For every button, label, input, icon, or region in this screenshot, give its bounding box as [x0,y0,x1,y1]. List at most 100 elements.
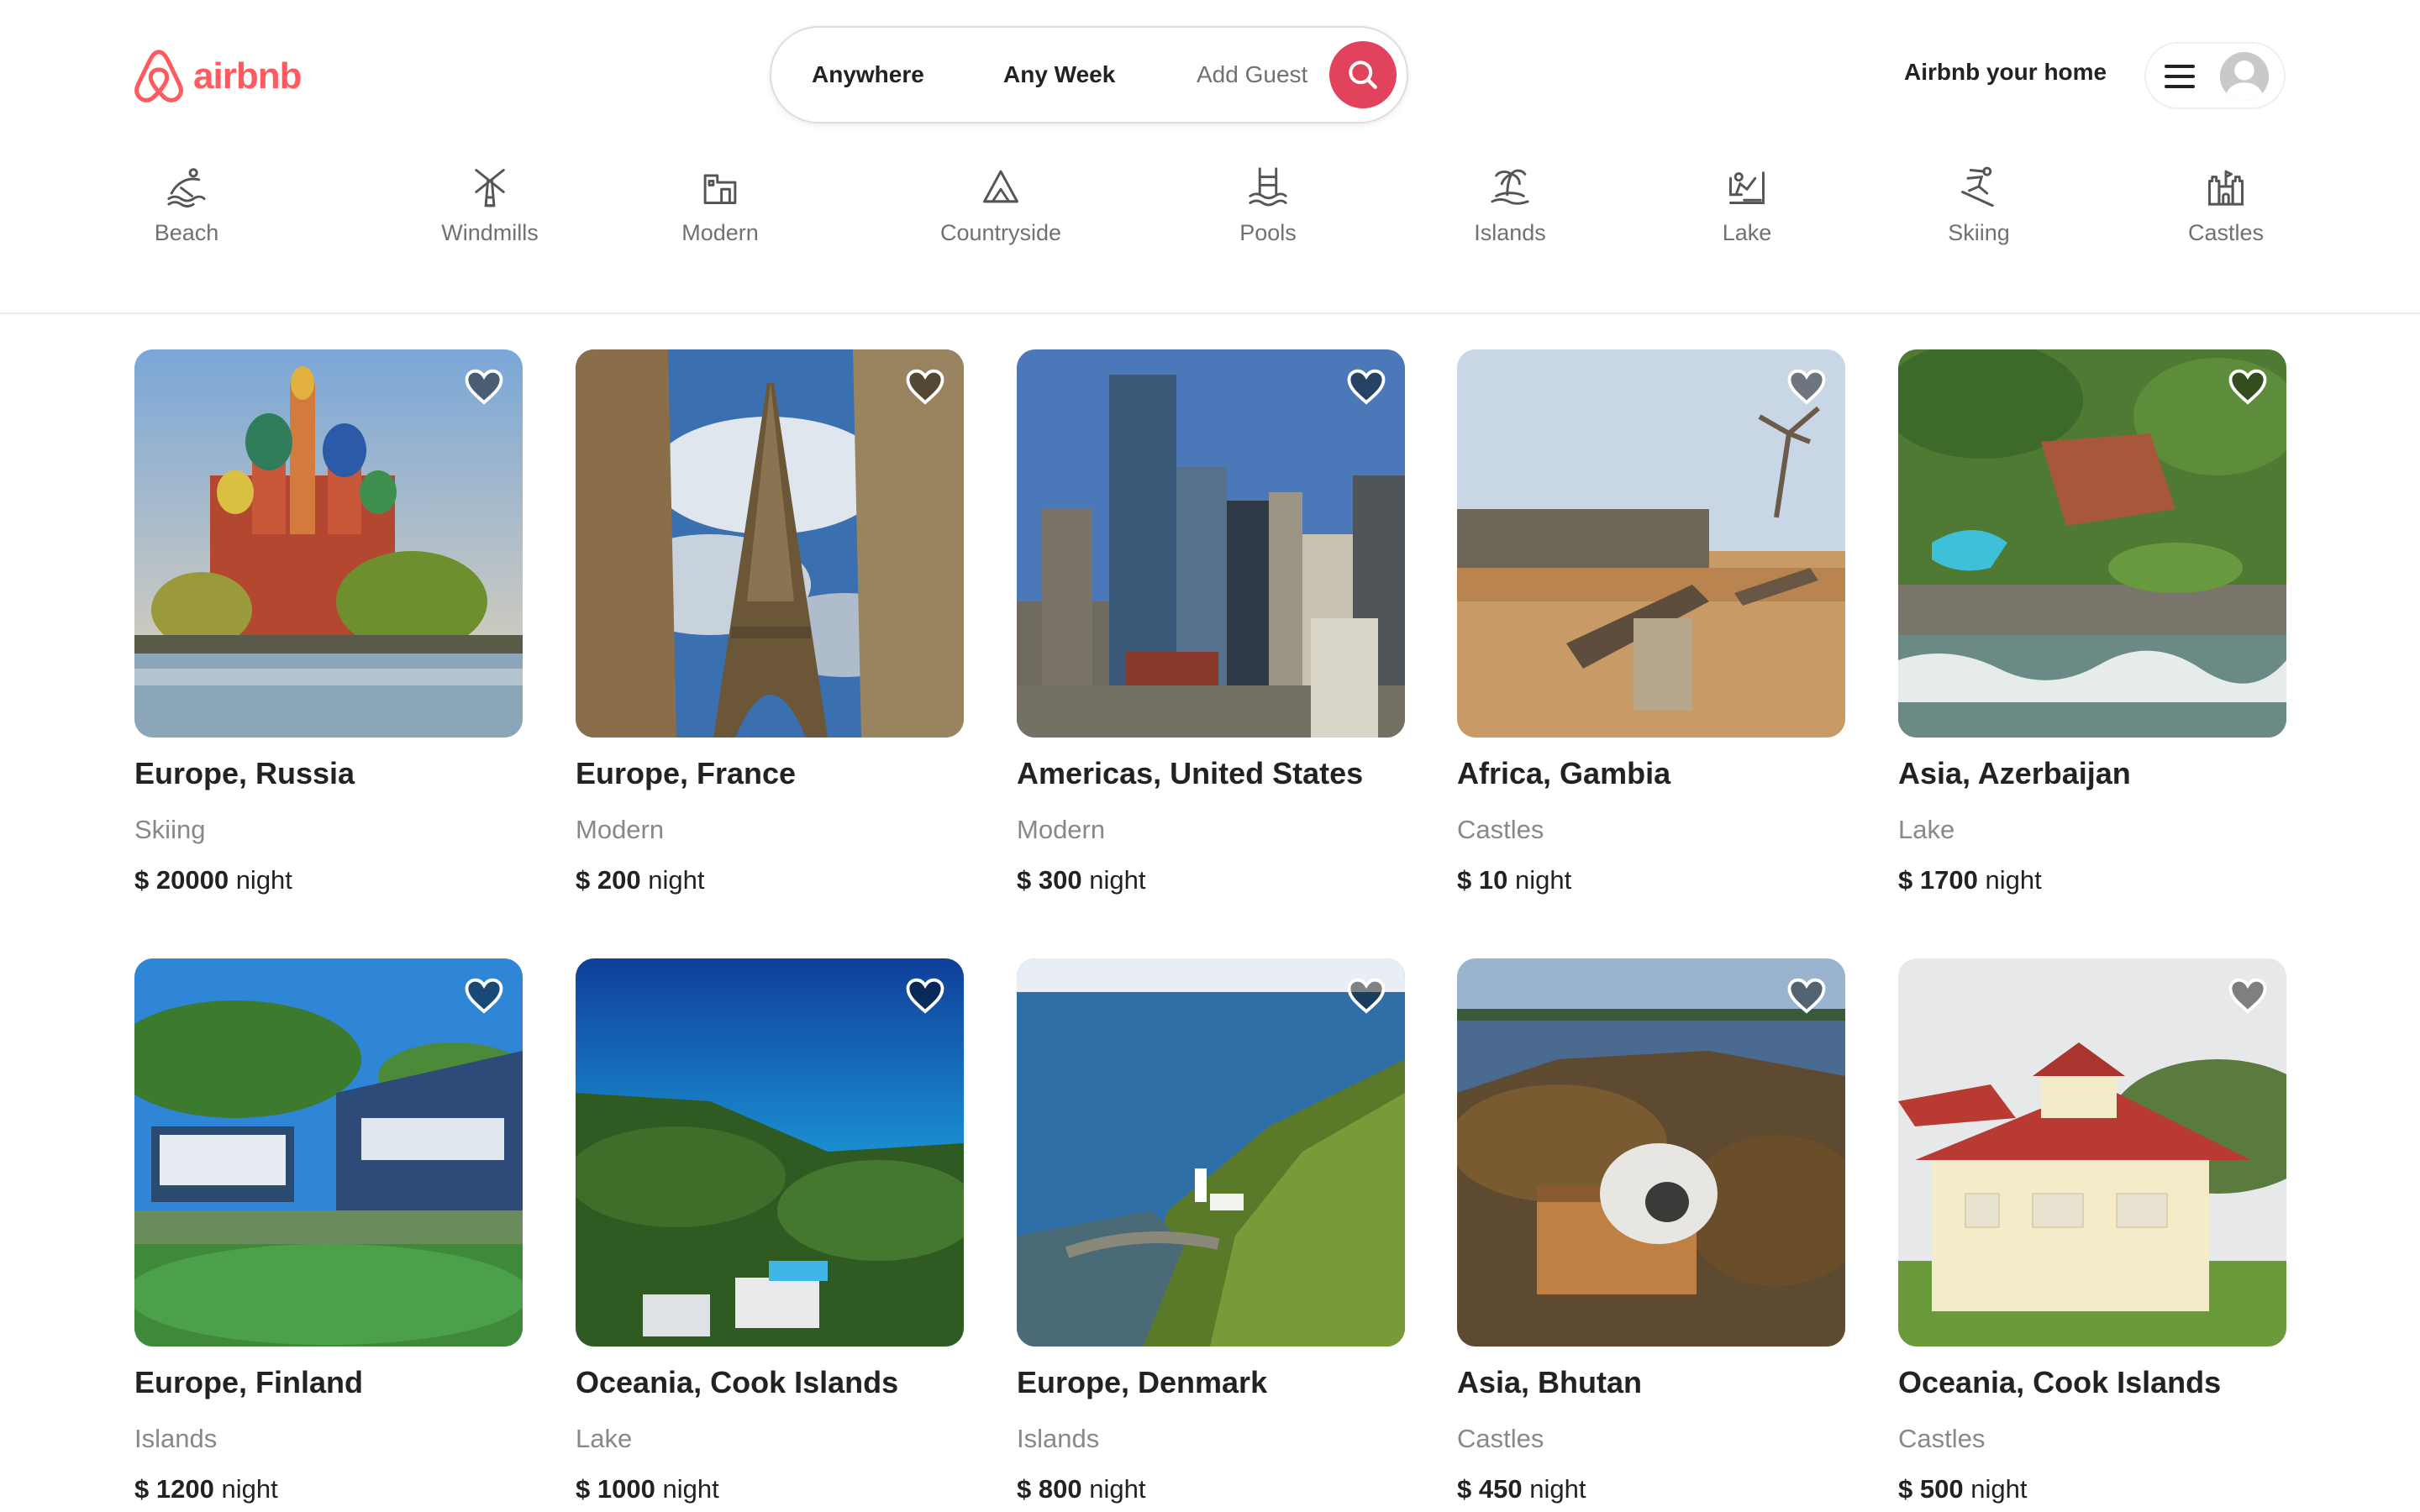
favorite-heart-icon[interactable] [1786,977,1827,1014]
category-label: Windmills [441,220,539,245]
dome-cabin-photo[interactable] [1457,958,1845,1347]
price-amount: $ 800 [1017,1474,1082,1504]
price-amount: $ 1200 [134,1474,214,1504]
listing-category: Islands [134,1424,218,1453]
price-unit: night [1985,865,2042,895]
island-icon [1491,169,1529,205]
favorite-heart-icon[interactable] [2228,368,2268,405]
price-unit: night [1514,865,1572,895]
resort-aerial-photo[interactable] [1898,349,2286,738]
listing-price: $ 200 night [576,865,964,895]
listing-price: $ 800 night [1017,1474,1405,1504]
category-pools[interactable]: Pools [1176,165,1360,246]
price-unit: night [648,865,705,895]
listing-card[interactable]: Europe, Finland Islands $ 1200 night [134,958,523,1504]
price-unit: night [1529,1474,1586,1504]
category-modern[interactable]: Modern [628,165,813,246]
listing-card[interactable]: Oceania, Cook Islands Lake $ 1000 night [576,958,964,1504]
category-islands[interactable]: Islands [1418,165,1602,246]
user-menu-button[interactable] [2144,42,2286,109]
lake-house-photo[interactable] [134,958,523,1347]
category-beach[interactable]: Beach [94,165,279,246]
listing-card[interactable]: Europe, Russia Skiing $ 20000 night [134,349,523,895]
listing-price: $ 10 night [1457,865,1845,895]
red-roof-house-photo[interactable] [1898,958,2286,1347]
category-label: Lake [1722,220,1772,245]
listing-title: Americas, United States [1017,756,1364,790]
price-amount: $ 10 [1457,865,1508,895]
pool-icon [1249,167,1287,207]
countryside-icon [983,170,1018,203]
listing-card[interactable]: Asia, Bhutan Castles $ 450 night [1457,958,1845,1504]
listing-title: Europe, Russia [134,756,355,790]
favorite-heart-icon[interactable] [905,977,945,1014]
price-unit: night [1089,1474,1146,1504]
category-label: Modern [681,220,759,245]
listing-card[interactable]: Oceania, Cook Islands Castles $ 500 nigh… [1898,958,2286,1504]
price-amount: $ 450 [1457,1474,1523,1504]
search-add-guest[interactable]: Add Guest [1197,28,1307,122]
beach-icon [167,168,206,208]
listing-title: Oceania, Cook Islands [1898,1365,2222,1399]
listing-price: $ 1200 night [134,1474,523,1504]
category-label: Pools [1239,220,1297,245]
favorite-heart-icon[interactable] [1786,368,1827,405]
category-label: Countryside [939,220,1062,245]
category-label: Castles [2187,220,2265,245]
listing-category: Castles [1898,1424,1986,1453]
favorite-heart-icon[interactable] [1346,368,1386,405]
search-anywhere[interactable]: Anywhere [812,28,924,122]
menu-icon [2165,65,2195,88]
favorite-heart-icon[interactable] [464,977,504,1014]
listing-category: Islands [1017,1424,1100,1453]
castle-icon [2207,170,2244,206]
city-skyline-photo[interactable] [1017,349,1405,738]
category-countryside[interactable]: Countryside [908,165,1093,246]
category-castles[interactable]: Castles [2133,165,2318,246]
price-amount: $ 20000 [134,865,229,895]
listing-title: Oceania, Cook Islands [576,1365,899,1399]
category-skiing[interactable]: Skiing [1886,165,2071,246]
price-unit: night [235,865,292,895]
category-label: Skiing [1948,220,2010,245]
favorite-heart-icon[interactable] [905,368,945,405]
category-lake[interactable]: Lake [1655,165,1839,246]
search-any-week[interactable]: Any Week [1003,28,1115,122]
price-unit: night [662,1474,719,1504]
search-bar[interactable]: Anywhere Any Week Add Guest [770,26,1408,123]
category-windmills[interactable]: Windmills [397,165,582,246]
listing-title: Europe, France [576,756,797,790]
listing-price: $ 20000 night [134,865,523,895]
listing-title: Asia, Bhutan [1457,1365,1643,1399]
coastal-villa-photo[interactable] [576,958,964,1347]
lighthouse-coast-photo[interactable] [1017,958,1405,1347]
saint-basils-cathedral-photo[interactable] [134,349,523,738]
listing-card[interactable]: Africa, Gambia Castles $ 10 night [1457,349,1845,895]
listing-card[interactable]: Europe, Denmark Islands $ 800 night [1017,958,1405,1504]
favorite-heart-icon[interactable] [1346,977,1386,1014]
listing-card[interactable]: Americas, United States Modern $ 300 nig… [1017,349,1405,895]
skiing-icon [1961,166,1994,207]
price-amount: $ 300 [1017,865,1082,895]
lake-icon [1729,171,1765,204]
airbnb-logo-icon [134,50,183,102]
favorite-heart-icon[interactable] [2228,977,2268,1014]
listing-title: Europe, Finland [134,1365,364,1399]
listing-category: Modern [576,815,665,844]
listing-card[interactable]: Asia, Azerbaijan Lake $ 1700 night [1898,349,2286,895]
listing-category: Lake [576,1424,633,1453]
avatar-icon [2220,52,2269,101]
favorite-heart-icon[interactable] [464,368,504,405]
airbnb-your-home-link[interactable]: Airbnb your home [1904,59,2107,86]
fort-cannon-photo[interactable] [1457,349,1845,738]
listing-card[interactable]: Europe, France Modern $ 200 night [576,349,964,895]
search-button[interactable] [1329,41,1397,108]
category-label: Beach [154,220,219,245]
listing-price: $ 1000 night [576,1474,964,1504]
price-amount: $ 500 [1898,1474,1964,1504]
listing-price: $ 500 night [1898,1474,2286,1504]
airbnb-logo[interactable]: airbnb [133,48,302,105]
listing-category: Castles [1457,815,1544,844]
listing-price: $ 300 night [1017,865,1405,895]
eiffel-tower-photo[interactable] [576,349,964,738]
